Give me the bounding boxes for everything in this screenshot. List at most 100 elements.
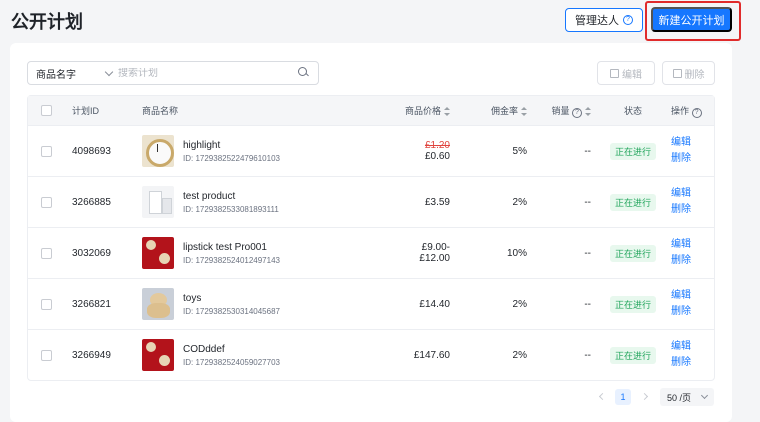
- table-row: 3032069 lipstick test Pro001 ID: 1729382…: [28, 227, 714, 278]
- delete-link[interactable]: 删除: [671, 151, 714, 167]
- sales-count: --: [584, 247, 591, 259]
- commission-rate: 10%: [506, 247, 527, 259]
- help-icon: ?: [572, 107, 582, 118]
- column-header-name: 商品名称: [142, 106, 179, 116]
- chevron-down-icon: [104, 67, 114, 76]
- price-range-low: £9.00-: [421, 242, 450, 253]
- table-row: 3266949 CODddef ID: 1729382524059027703 …: [28, 329, 714, 380]
- delete-link[interactable]: 删除: [671, 355, 714, 371]
- status-badge: 正在进行: [609, 295, 656, 313]
- table-row: 3266885 test product ID: 172938253308189…: [28, 176, 714, 227]
- plan-id: 3266821: [72, 298, 111, 310]
- status-badge: 正在进行: [609, 142, 656, 160]
- row-checkbox[interactable]: [41, 196, 52, 208]
- product-name: lipstick test Pro001: [183, 241, 267, 253]
- product-id: ID: 1729382530314045687: [183, 306, 280, 316]
- sales-count: --: [584, 145, 591, 157]
- trash-icon: [672, 68, 682, 78]
- product-name: CODddef: [183, 343, 225, 355]
- product-name: toys: [183, 292, 202, 304]
- plan-id: 3266885: [72, 196, 111, 208]
- search-field-select-value: 商品名字: [36, 69, 76, 81]
- help-icon: ?: [691, 107, 702, 118]
- column-header-sales: 销量: [551, 105, 570, 116]
- product-id: ID: 1729382522479610103: [183, 153, 280, 163]
- product-id: ID: 1729382524012497143: [183, 255, 280, 265]
- manage-influencers-button[interactable]: 管理达人 ?: [565, 8, 643, 32]
- next-page-icon[interactable]: [640, 392, 649, 401]
- edit-link[interactable]: 编辑: [671, 237, 714, 253]
- plan-id: 4098693: [72, 145, 111, 157]
- chevron-down-icon: [700, 391, 709, 400]
- price-range-high: £12.00: [419, 253, 450, 264]
- edit-link[interactable]: 编辑: [671, 288, 714, 304]
- edit-link[interactable]: 编辑: [671, 339, 714, 355]
- commission-rate: 2%: [512, 196, 527, 208]
- product-thumbnail-box: [142, 186, 174, 218]
- new-public-plan-button[interactable]: 新建公开计划: [651, 7, 732, 32]
- product-id: ID: 1729382524059027703: [183, 357, 280, 367]
- manage-influencers-label: 管理达人: [575, 15, 619, 27]
- commission-rate: 2%: [512, 349, 527, 361]
- delete-link[interactable]: 删除: [671, 304, 714, 320]
- batch-edit-label: 编辑: [622, 69, 642, 81]
- product-price: £14.40: [419, 298, 450, 310]
- commission-rate: 2%: [512, 298, 527, 310]
- product-price: £3.59: [424, 196, 450, 208]
- sort-icon[interactable]: [521, 107, 527, 117]
- page-size-select[interactable]: 50 /页: [660, 388, 714, 406]
- edit-link[interactable]: 编辑: [671, 135, 714, 151]
- search-field-select[interactable]: 商品名字: [28, 66, 118, 81]
- product-thumbnail-bear: [142, 288, 174, 320]
- prev-page-icon[interactable]: [598, 392, 607, 401]
- sales-count: --: [584, 298, 591, 310]
- product-price: £147.60: [413, 349, 450, 361]
- column-header-status: 状态: [623, 106, 642, 116]
- row-checkbox[interactable]: [41, 298, 52, 310]
- search-bar: 商品名字: [27, 61, 319, 85]
- delete-link[interactable]: 删除: [671, 253, 714, 269]
- product-thumbnail-clock: [142, 135, 174, 167]
- sort-icon[interactable]: [585, 106, 591, 116]
- product-thumbnail-red: [142, 237, 174, 269]
- current-page[interactable]: 1: [615, 389, 631, 405]
- search-input[interactable]: [118, 67, 294, 79]
- sort-icon[interactable]: [444, 107, 450, 117]
- edit-icon: [610, 68, 619, 78]
- edit-link[interactable]: 编辑: [671, 186, 714, 202]
- batch-delete-button[interactable]: 删除: [662, 61, 715, 85]
- product-id: ID: 1729382533081893111: [183, 204, 279, 214]
- column-header-ops: 操作: [671, 105, 690, 116]
- page-size-value: 50 /页: [667, 392, 692, 403]
- page-title: 公开计划: [11, 12, 83, 32]
- select-all-checkbox[interactable]: [41, 105, 52, 116]
- product-name: highlight: [183, 139, 221, 151]
- plan-id: 3266949: [72, 349, 111, 361]
- column-header-commission: 佣金率: [490, 106, 518, 116]
- product-name: test product: [183, 190, 236, 202]
- table-header: 计划ID 商品名称 商品价格 佣金率 销量 ? 状态 操作 ?: [28, 96, 714, 125]
- commission-rate: 5%: [512, 145, 527, 157]
- status-badge: 正在进行: [609, 244, 656, 262]
- plan-list-card: 商品名字 编辑 删除 计划ID 商品名称 商品价格 佣金率 销量 ? 状态 操作…: [10, 43, 732, 422]
- plan-table: 计划ID 商品名称 商品价格 佣金率 销量 ? 状态 操作 ? 4098693 …: [27, 95, 715, 381]
- search-icon[interactable]: [294, 64, 312, 82]
- table-row: 4098693 highlight ID: 172938252247961010…: [28, 125, 714, 176]
- table-row: 3266821 toys ID: 1729382530314045687 £14…: [28, 278, 714, 329]
- plan-id: 3032069: [72, 247, 111, 259]
- row-checkbox[interactable]: [41, 247, 52, 259]
- batch-delete-label: 删除: [684, 69, 705, 81]
- row-checkbox[interactable]: [41, 349, 52, 361]
- column-header-id: 计划ID: [72, 106, 100, 116]
- delete-link[interactable]: 删除: [671, 202, 714, 218]
- help-icon: ?: [623, 15, 633, 25]
- original-price: £1.20: [424, 140, 450, 151]
- batch-edit-button[interactable]: 编辑: [597, 61, 655, 85]
- column-header-price: 商品价格: [404, 106, 441, 116]
- product-thumbnail-red: [142, 339, 174, 371]
- product-price: £0.60: [424, 151, 450, 162]
- sales-count: --: [584, 196, 591, 208]
- sales-count: --: [584, 349, 591, 361]
- row-checkbox[interactable]: [41, 145, 52, 157]
- status-badge: 正在进行: [609, 346, 656, 364]
